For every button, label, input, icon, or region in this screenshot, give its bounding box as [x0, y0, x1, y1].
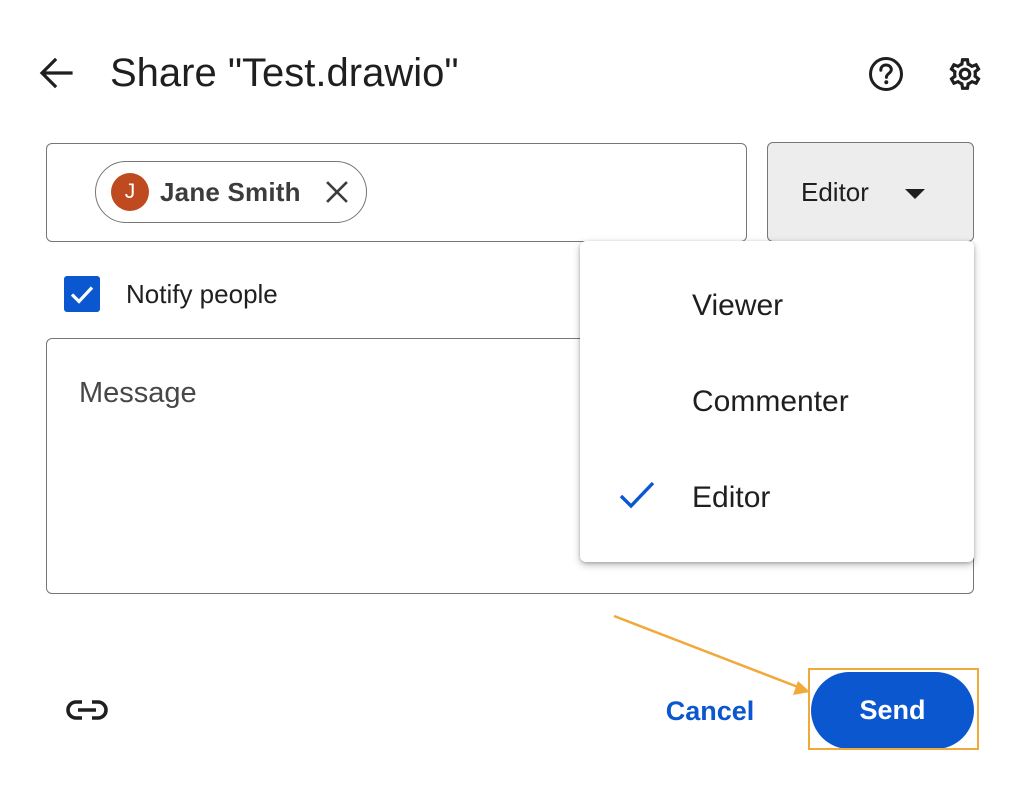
help-circle-icon [869, 57, 903, 91]
remove-person-button[interactable] [322, 177, 352, 207]
role-dropdown[interactable]: Editor [767, 142, 974, 242]
role-menu-item-label: Viewer [692, 289, 784, 322]
notify-people-checkbox[interactable] [64, 276, 100, 312]
role-menu-item-label: Editor [692, 481, 771, 514]
share-dialog: Share "Test.drawio" J Jane Smith Editor [0, 0, 1022, 794]
send-button[interactable]: Send [811, 672, 974, 749]
person-chip[interactable]: J Jane Smith [95, 161, 367, 223]
caret-down-icon [905, 189, 925, 199]
help-button[interactable] [864, 52, 908, 96]
checkmark-icon [70, 286, 94, 304]
cancel-button[interactable]: Cancel [648, 680, 772, 742]
close-icon [326, 181, 348, 203]
arrow-back-icon [39, 57, 73, 89]
role-menu-item-label: Commenter [692, 385, 849, 418]
role-menu-item-editor[interactable]: Editor [580, 450, 974, 546]
role-dropdown-value: Editor [801, 176, 869, 207]
link-icon [66, 700, 108, 720]
message-placeholder: Message [79, 377, 197, 409]
add-people-input[interactable]: J Jane Smith [46, 143, 747, 242]
back-button[interactable] [30, 50, 80, 96]
role-menu-item-viewer[interactable]: Viewer [580, 258, 974, 354]
copy-link-button[interactable] [62, 690, 112, 730]
avatar: J [111, 173, 149, 211]
check-icon [619, 481, 655, 509]
gear-icon [949, 58, 981, 90]
role-menu-item-commenter[interactable]: Commenter [580, 354, 974, 450]
notify-people-label: Notify people [126, 278, 278, 309]
person-chip-name: Jane Smith [160, 176, 301, 207]
settings-button[interactable] [943, 52, 987, 96]
role-menu: Viewer Commenter Editor [580, 241, 974, 562]
notify-people-row: Notify people [64, 275, 278, 313]
dialog-title: Share "Test.drawio" [110, 51, 459, 95]
